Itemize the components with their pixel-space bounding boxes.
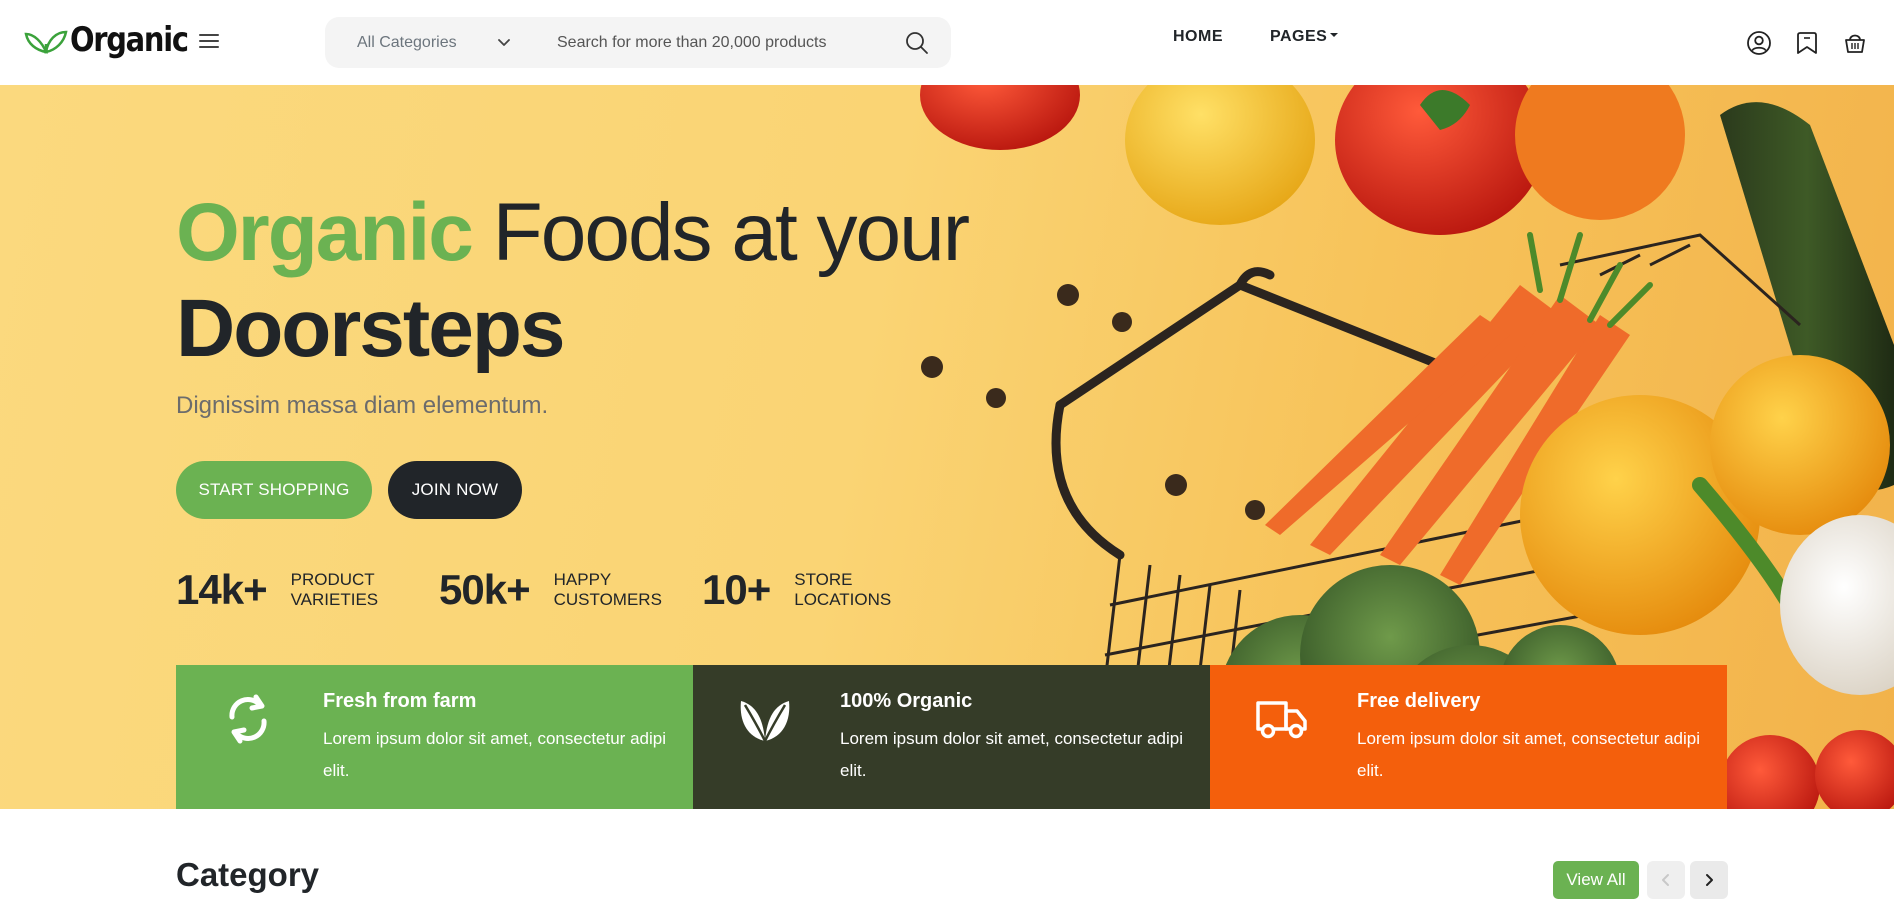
- leaf-icon: [740, 701, 790, 742]
- stat-label: HAPPY CUSTOMERS: [553, 570, 662, 609]
- carousel-prev-button[interactable]: [1647, 861, 1685, 899]
- chevron-down-icon: [498, 39, 510, 46]
- leaf-logo-icon: [24, 30, 68, 54]
- search-icon[interactable]: [904, 30, 930, 56]
- chevron-left-icon: [1662, 874, 1669, 886]
- search-bar: All Categories: [325, 17, 951, 68]
- feature-organic: 100% Organic Lorem ipsum dolor sit amet,…: [693, 665, 1210, 809]
- view-all-button[interactable]: View All: [1553, 861, 1639, 899]
- category-select-value: All Categories: [357, 33, 457, 51]
- brand-logo[interactable]: Organic: [24, 20, 208, 60]
- hero-title: Organic Foods at your Doorsteps: [176, 185, 976, 377]
- nav-pages-label: PAGES: [1270, 28, 1328, 45]
- stat-value: 50k+: [439, 566, 531, 613]
- stat-happy-customers: 50k+ HAPPY CUSTOMERS: [439, 566, 662, 614]
- feature-text: Lorem ipsum dolor sit amet, consectetur …: [1357, 729, 1700, 780]
- hero-title-bold: Doorsteps: [176, 283, 566, 374]
- stat-value: 10+: [702, 566, 771, 613]
- feature-free-delivery: Free delivery Lorem ipsum dolor sit amet…: [1210, 665, 1727, 809]
- nav-pages-dropdown[interactable]: PAGES: [1270, 28, 1339, 46]
- carousel-next-button[interactable]: [1690, 861, 1728, 899]
- hero-title-highlight: Organic: [176, 187, 474, 278]
- stat-value: 14k+: [176, 566, 268, 613]
- start-shopping-button[interactable]: START SHOPPING: [176, 461, 372, 519]
- user-account-icon[interactable]: [1746, 30, 1772, 56]
- feature-text: Lorem ipsum dolor sit amet, consectetur …: [323, 729, 666, 780]
- feature-fresh-from-farm: Fresh from farm Lorem ipsum dolor sit am…: [176, 665, 693, 809]
- feature-title: 100% Organic: [840, 690, 973, 712]
- site-header: Organic All Categories HOME PAGES: [0, 0, 1894, 85]
- hero-subtitle: Dignissim massa diam elementum.: [176, 392, 549, 419]
- category-heading: Category: [176, 856, 320, 893]
- caret-down-icon: [1330, 32, 1339, 37]
- feature-text: Lorem ipsum dolor sit amet, consectetur …: [840, 729, 1183, 780]
- hamburger-menu-icon[interactable]: [197, 30, 221, 54]
- brand-name: Organic: [70, 20, 189, 60]
- join-now-button[interactable]: JOIN NOW: [388, 461, 522, 519]
- search-input[interactable]: [547, 17, 887, 68]
- stat-label: STORE LOCATIONS: [794, 570, 892, 609]
- chevron-right-icon: [1706, 874, 1713, 886]
- truck-icon: [1256, 701, 1307, 739]
- stat-store-locations: 10+ STORE LOCATIONS: [702, 566, 891, 614]
- nav-home[interactable]: HOME: [1173, 28, 1223, 46]
- stat-label: PRODUCT VARIETIES: [290, 570, 379, 609]
- stat-product-varieties: 14k+ PRODUCT VARIETIES: [176, 566, 378, 614]
- shopping-basket-icon[interactable]: [1842, 30, 1868, 56]
- feature-title: Fresh from farm: [323, 690, 477, 712]
- hero-title-text: Foods at your: [471, 187, 970, 278]
- feature-title: Free delivery: [1357, 690, 1481, 712]
- category-select[interactable]: All Categories: [325, 17, 525, 68]
- wishlist-bookmark-icon[interactable]: [1794, 30, 1820, 56]
- refresh-icon: [229, 694, 267, 744]
